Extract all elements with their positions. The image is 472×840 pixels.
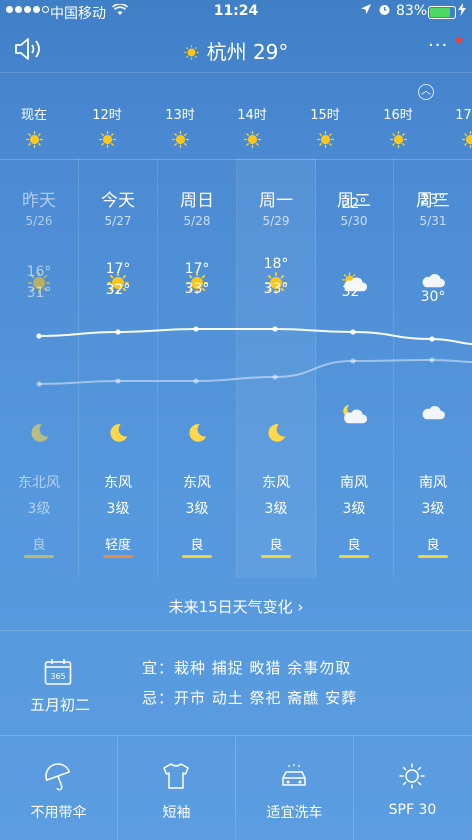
tip-label: 短袖 bbox=[162, 805, 191, 821]
high-temp-line-point bbox=[272, 326, 278, 332]
city-temperature: 杭州 29° bbox=[0, 36, 472, 65]
calendar-day: 365 bbox=[50, 672, 65, 681]
hour-time: 现在 bbox=[20, 108, 47, 123]
hour-time: 16时 bbox=[383, 108, 413, 123]
temperature-curve bbox=[36, 326, 472, 387]
alarm-icon bbox=[378, 3, 391, 20]
lunar-date: 五月初二 bbox=[29, 696, 90, 714]
charging-icon bbox=[458, 3, 466, 20]
divider bbox=[0, 630, 472, 631]
high-temp-line-point bbox=[429, 336, 435, 342]
sun-icon bbox=[4, 131, 64, 148]
hour-time: 12时 bbox=[92, 108, 122, 123]
life-tip[interactable]: SPF 30 bbox=[354, 736, 471, 840]
battery-percent: 83% bbox=[396, 3, 428, 19]
sun-icon bbox=[222, 131, 282, 148]
notification-dot bbox=[456, 37, 462, 43]
sun-icon bbox=[295, 131, 355, 148]
tip-label: 不用带伞 bbox=[30, 805, 87, 821]
high-temp-line-point bbox=[193, 326, 199, 332]
more-menu-button[interactable]: ··· bbox=[428, 35, 448, 56]
hour-item: 16时 bbox=[368, 104, 428, 148]
hour-time: 17时 bbox=[455, 108, 472, 123]
life-tip[interactable]: 适宜洗车 bbox=[236, 736, 354, 840]
hour-item: 现在 bbox=[4, 104, 64, 148]
hour-time: 14时 bbox=[237, 108, 267, 123]
almanac-bad: 忌：开市 动土 祭祀 斋醮 安葬 bbox=[142, 689, 358, 707]
low-temp-line bbox=[38, 358, 472, 385]
sun-icon bbox=[77, 131, 137, 148]
high-temp-line bbox=[38, 328, 472, 345]
sun-icon bbox=[440, 131, 472, 148]
status-bar: 中国移动 11:24 83% bbox=[0, 0, 472, 24]
low-temp-line-point bbox=[350, 358, 356, 364]
tip-label: 适宜洗车 bbox=[266, 805, 323, 821]
low-temp-line-point bbox=[115, 378, 121, 384]
life-tip[interactable]: 不用带伞 bbox=[0, 736, 118, 840]
tip-label: SPF 30 bbox=[388, 802, 437, 818]
header-title: 杭州 29° bbox=[206, 40, 289, 64]
low-temp-line-point bbox=[272, 374, 278, 380]
sun-icon bbox=[183, 45, 199, 60]
hour-time: 15时 bbox=[310, 108, 340, 123]
calendar-icon[interactable]: 365 bbox=[44, 658, 72, 686]
low-temp-line-point bbox=[193, 378, 199, 384]
hour-item: 13时 bbox=[150, 104, 210, 148]
low-temp-line-point bbox=[36, 381, 42, 387]
battery-icon bbox=[428, 6, 456, 19]
hour-item: 17时 bbox=[440, 104, 472, 148]
forecast-15-day-link[interactable]: 未来15日天气变化 › bbox=[0, 596, 472, 617]
high-temp-line-point bbox=[115, 329, 121, 335]
life-tip[interactable]: 短袖 bbox=[118, 736, 236, 840]
hour-item: 15时 bbox=[295, 104, 355, 148]
sun-icon bbox=[368, 131, 428, 148]
collapse-chevron-icon[interactable]: ︿ bbox=[418, 84, 434, 100]
hour-item: 12时 bbox=[77, 104, 137, 148]
hour-time: 13时 bbox=[165, 108, 195, 123]
low-temp-line-point bbox=[429, 357, 435, 363]
sun-icon bbox=[150, 131, 210, 148]
location-arrow-icon bbox=[360, 3, 372, 19]
high-temp-line-point bbox=[36, 333, 42, 339]
almanac-good: 宜：栽种 捕捉 畋猎 余事勿取 bbox=[142, 659, 352, 677]
hour-item: 14时 bbox=[222, 104, 282, 148]
high-temp-line-point bbox=[350, 329, 356, 335]
